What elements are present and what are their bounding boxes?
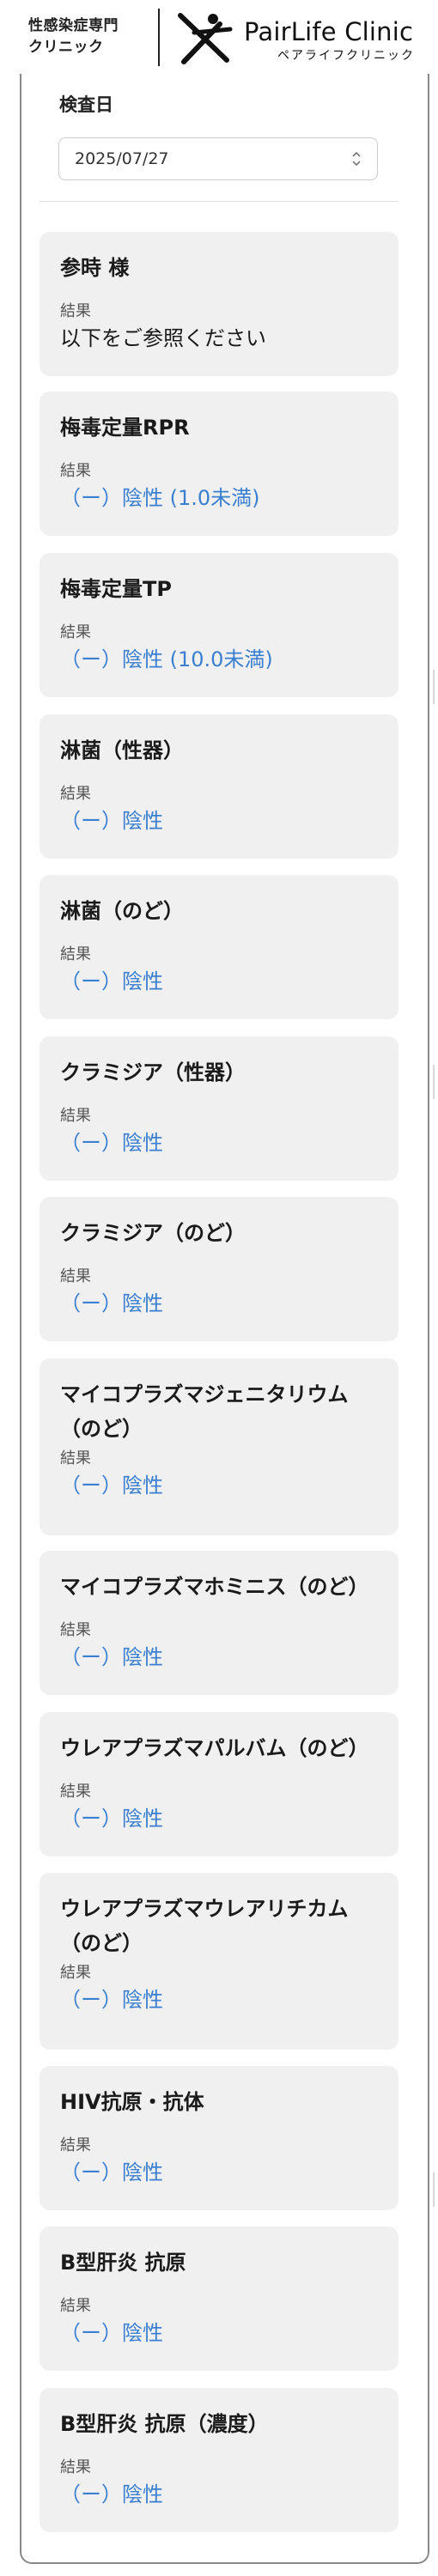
result-card: クラミジア（のど） 結果 （ー）陰性 [40,1197,398,1341]
result-card: B型肝炎 抗原（濃度） 結果 （ー）陰性 [40,2388,398,2532]
exam-date-value: 2025/07/27 [75,149,169,168]
result-card-title: マイコプラズマホミニス（のど） [60,1575,369,1599]
result-label: 結果 [60,1964,91,1982]
logo-subtitle: ペアライフクリニック [277,49,415,63]
result-label: 結果 [60,1107,91,1125]
result-card: マイコプラズマホミニス（のど） 結果 （ー）陰性 [40,1551,398,1695]
result-card: 淋菌（性器） 結果 （ー）陰性 [40,714,398,859]
result-value: （ー）陰性 [60,1473,163,1498]
result-value: （ー）陰性 (10.0未満) [60,647,273,671]
result-label: 結果 [60,2297,91,2315]
result-card-title: 参時 様 [60,256,130,280]
result-label: 結果 [60,945,91,963]
result-label: 結果 [60,302,91,320]
result-card: 梅毒定量TP 結果 （ー）陰性 (10.0未満) [40,553,398,697]
result-card-title: クラミジア（のど） [60,1221,246,1245]
result-value: （ー）陰性 [60,1988,163,2012]
result-card-title: HIV抗原・抗体 [60,2090,204,2114]
result-label: 結果 [60,2458,91,2476]
result-card-title: B型肝炎 抗原 [60,2251,186,2275]
exam-date-select[interactable]: 2025/07/27 [58,137,378,180]
clinic-type-label: 性感染症専門 クリニック [28,15,119,58]
logo-figure-icon [178,13,233,64]
header-divider [158,9,160,66]
result-card-title: B型肝炎 抗原（濃度） [60,2412,269,2436]
result-card: ウレアプラズマパルバム（のど） 結果 （ー）陰性 [40,1712,398,1856]
result-card: 淋菌（のど） 結果 （ー）陰性 [40,875,398,1019]
result-label: 結果 [60,462,91,480]
result-card: HIV抗原・抗体結果 （ー）陰性 [40,2066,398,2210]
result-value: （ー）陰性 [60,2321,163,2345]
result-card: B型肝炎 抗原結果 （ー）陰性 [40,2227,398,2371]
result-value: （ー）陰性 (1.0未満) [60,486,260,510]
result-card-title: マイコプラズマジェニタリウム（のど） [60,1382,349,1441]
result-card-title: 梅毒定量TP [60,577,172,601]
result-value: （ー）陰性 [60,1645,163,1669]
result-value: （ー）陰性 [60,809,163,833]
result-label: 結果 [60,2136,91,2154]
divider [40,201,398,202]
result-value: （ー）陰性 [60,969,163,993]
result-label: 結果 [60,623,91,641]
result-card-title: ウレアプラズマウレアリチカム（のど） [60,1897,349,1955]
result-card-title: ウレアプラズマパルバム（のど） [60,1736,369,1760]
clinic-type-line2: クリニック [28,39,104,56]
result-card: 梅毒定量RPR 結果 （ー）陰性 (1.0未満) [40,392,398,536]
result-value: 以下をご参照ください [60,326,266,350]
result-label: 結果 [60,1449,91,1467]
result-value: （ー）陰性 [60,2482,163,2506]
site-header: 性感染症専門 クリニック PairLife Clinic ペアライフクリニック [0,0,438,74]
result-label: 結果 [60,1267,91,1285]
result-value: （ー）陰性 [60,2160,163,2184]
result-card: マイコプラズマジェニタリウム（のど） 結果 （ー）陰性 [40,1358,398,1535]
result-value: （ー）陰性 [60,1131,163,1155]
result-card: ウレアプラズマウレアリチカム（のど） 結果 （ー）陰性 [40,1873,398,2050]
result-label: 結果 [60,1621,91,1639]
result-card: 参時 様結果以下をご参照ください [40,232,398,376]
clinic-type-line1: 性感染症専門 [28,17,119,34]
result-value: （ー）陰性 [60,1807,163,1831]
scrollbar[interactable] [433,1065,435,1099]
exam-date-label: 検査日 [59,94,113,115]
result-label: 結果 [60,1783,91,1801]
result-card-title: 淋菌（性器） [60,738,184,762]
result-card-title: 淋菌（のど） [60,899,184,923]
result-card-title: クラミジア（性器） [60,1060,246,1084]
scrollbar[interactable] [433,670,435,704]
result-card-title: 梅毒定量RPR [60,416,190,440]
logo-title: PairLife Clinic [244,17,414,46]
scrollbar[interactable] [433,2172,435,2207]
result-card: クラミジア（性器） 結果 （ー）陰性 [40,1036,398,1181]
result-label: 結果 [60,785,91,803]
chevron-updown-icon [352,151,361,167]
result-value: （ー）陰性 [60,1291,163,1315]
